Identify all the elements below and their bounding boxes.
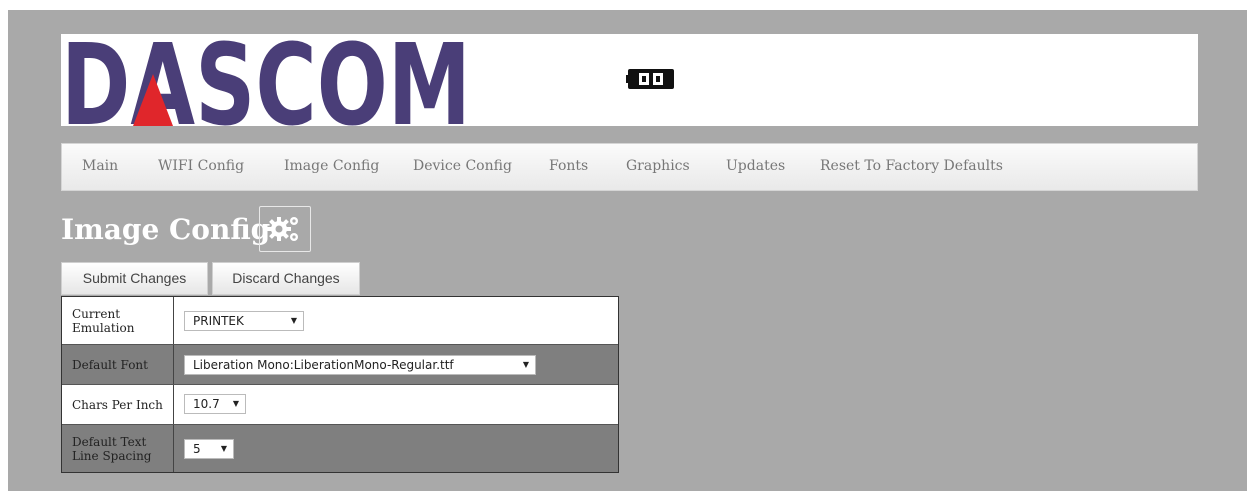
nav-item-fonts[interactable]: Fonts — [549, 158, 588, 174]
nav-item-wifi-config[interactable]: WIFI Config — [158, 158, 244, 174]
chars-per-inch-select[interactable]: 10.7 ▼ — [184, 394, 246, 414]
dascom-logo: DASCOM — [61, 34, 471, 126]
nav-item-main[interactable]: Main — [82, 158, 118, 174]
emulation-select[interactable]: PRINTEK ▼ — [184, 311, 304, 331]
select-value: PRINTEK — [193, 314, 244, 328]
discard-changes-button[interactable]: Discard Changes — [212, 262, 360, 295]
setting-label: Current Emulation — [62, 297, 174, 344]
setting-label: Default Text Line Spacing — [62, 425, 174, 472]
page-title: Image Config — [61, 213, 271, 246]
select-value: Liberation Mono:LiberationMono-Regular.t… — [193, 358, 454, 372]
dropdown-arrow-icon: ▼ — [290, 316, 297, 325]
setting-label: Chars Per Inch — [62, 385, 174, 424]
dropdown-arrow-icon: ▼ — [220, 444, 227, 453]
svg-text:DASCOM: DASCOM — [61, 34, 471, 126]
nav-item-device-config[interactable]: Device Config — [413, 158, 512, 174]
gears-icon — [259, 206, 311, 252]
dropdown-arrow-icon: ▼ — [232, 399, 239, 408]
nav-item-reset-to-factory-defaults[interactable]: Reset To Factory Defaults — [820, 158, 1003, 174]
nav-item-image-config[interactable]: Image Config — [284, 158, 379, 174]
select-value: 10.7 — [193, 397, 220, 411]
header-banner: DASCOM — [61, 34, 1198, 126]
table-row: Default Font Liberation Mono:LiberationM… — [62, 345, 618, 384]
select-value: 5 — [193, 442, 201, 456]
table-row: Chars Per Inch 10.7 ▼ — [62, 385, 618, 424]
line-spacing-select[interactable]: 5 ▼ — [184, 439, 234, 459]
main-navigation: Main WIFI Config Image Config Device Con… — [61, 143, 1198, 191]
default-font-select[interactable]: Liberation Mono:LiberationMono-Regular.t… — [184, 355, 536, 375]
nav-item-graphics[interactable]: Graphics — [626, 158, 690, 174]
table-row: Default Text Line Spacing 5 ▼ — [62, 425, 618, 472]
dropdown-arrow-icon: ▼ — [522, 360, 529, 369]
nav-item-updates[interactable]: Updates — [726, 158, 785, 174]
submit-changes-button[interactable]: Submit Changes — [61, 262, 208, 295]
settings-table: Current Emulation PRINTEK ▼ Default Font… — [61, 296, 619, 473]
table-row: Current Emulation PRINTEK ▼ — [62, 297, 618, 344]
battery-icon — [626, 69, 674, 89]
setting-label: Default Font — [62, 345, 174, 384]
